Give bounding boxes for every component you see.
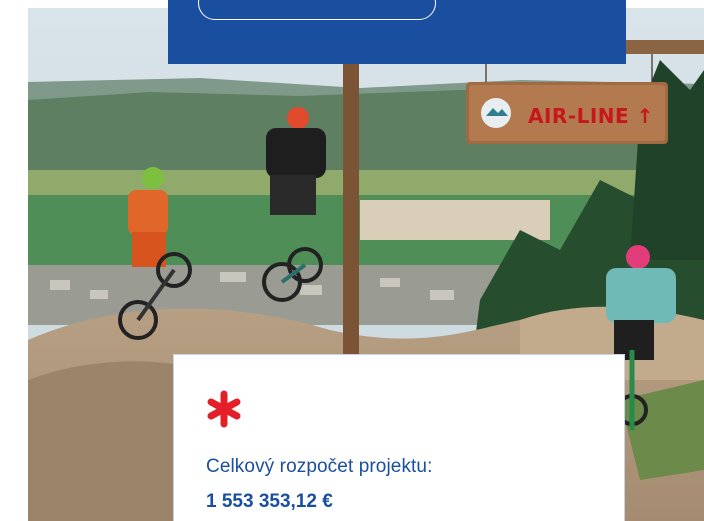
cta-button[interactable] <box>198 0 436 20</box>
top-banner <box>168 0 626 64</box>
budget-value: 1 553 353,12 € <box>206 491 333 512</box>
budget-card: Celkový rozpočet projektu: 1 553 353,12 … <box>173 354 625 521</box>
trail-sign: AIR-LINE ↑ <box>466 82 668 144</box>
trail-sign-text: AIR-LINE ↑ <box>528 104 654 128</box>
asterisk-icon <box>207 390 241 428</box>
budget-label: Celkový rozpočet projektu: <box>206 456 433 477</box>
